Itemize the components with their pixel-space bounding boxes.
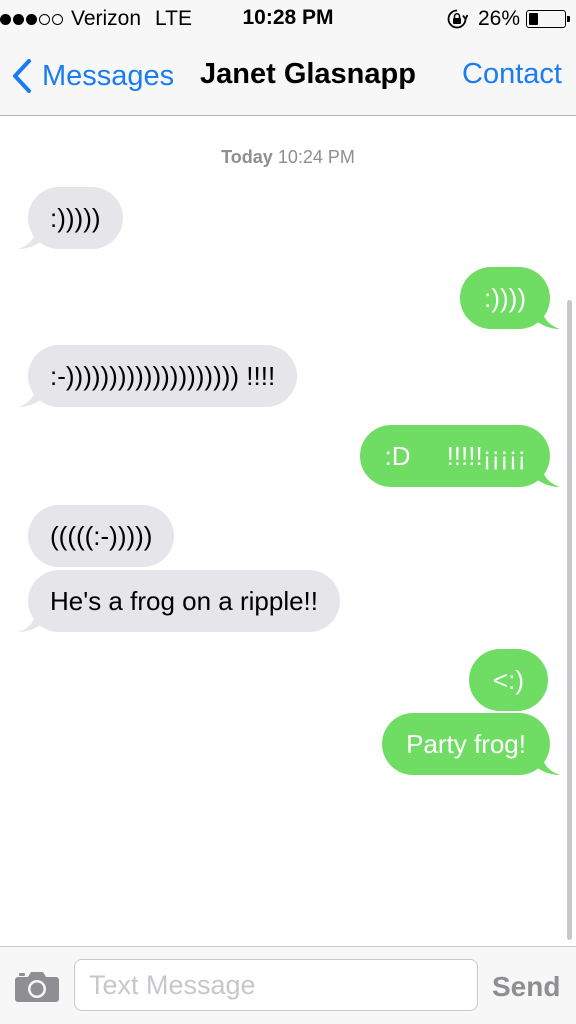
back-button[interactable]: Messages (12, 56, 174, 96)
camera-icon[interactable] (14, 969, 60, 1003)
outgoing-message-bubble[interactable]: <:) (468, 649, 548, 711)
contact-button[interactable]: Contact (462, 58, 562, 91)
message-text: :)))) (484, 282, 526, 313)
scrollbar[interactable] (567, 300, 572, 940)
bubble-tail (18, 385, 44, 407)
incoming-message-bubble[interactable]: :-)))))))))))))))))))) !!!! (18, 345, 298, 407)
message-text: :))))) (50, 202, 101, 233)
back-button-label: Messages (42, 59, 175, 92)
battery-level (529, 13, 538, 25)
bubble-tail (534, 753, 560, 775)
status-bar-right: 26% (446, 6, 570, 32)
conversation-timestamp: Today 10:24 PM (0, 147, 576, 168)
bubble-tail (534, 465, 560, 487)
send-button[interactable]: Send (492, 971, 560, 1003)
bubble-tail (18, 227, 44, 249)
incoming-message-bubble[interactable]: :))))) (18, 187, 123, 249)
message-composer: Send (0, 946, 576, 1024)
navigation-bar: Messages Janet Glasnapp Contact (0, 40, 576, 116)
message-text: Party frog! (406, 728, 526, 759)
chevron-left-icon (13, 59, 31, 93)
outgoing-message-bubble[interactable]: :D !!!!!¡¡¡¡¡ (360, 425, 560, 487)
message-input[interactable] (74, 959, 478, 1011)
bubble-tail (18, 610, 44, 632)
status-bar: Verizon LTE 10:28 PM 26% (0, 0, 576, 40)
battery-percent: 26% (477, 7, 520, 30)
message-text: He's a frog on a ripple!! (50, 585, 318, 616)
conversation-title: Janet Glasnapp (200, 58, 416, 90)
incoming-message-bubble[interactable]: (((((:-))))) (28, 505, 175, 567)
message-text: :-)))))))))))))))))))) !!!! (50, 360, 276, 391)
orientation-lock-icon (447, 9, 468, 29)
outgoing-message-bubble[interactable]: :)))) (460, 267, 560, 329)
outgoing-message-bubble[interactable]: Party frog! (382, 713, 560, 775)
timestamp-time: 10:24 PM (277, 147, 355, 167)
message-text: :D !!!!!¡¡¡¡¡ (384, 440, 526, 471)
battery-icon (526, 10, 570, 28)
incoming-message-bubble[interactable]: He's a frog on a ripple!! (18, 570, 340, 632)
timestamp-day: Today (221, 147, 273, 167)
message-text: (((((:-))))) (50, 520, 153, 551)
message-text: <:) (492, 664, 524, 695)
bubble-tail (534, 307, 560, 329)
